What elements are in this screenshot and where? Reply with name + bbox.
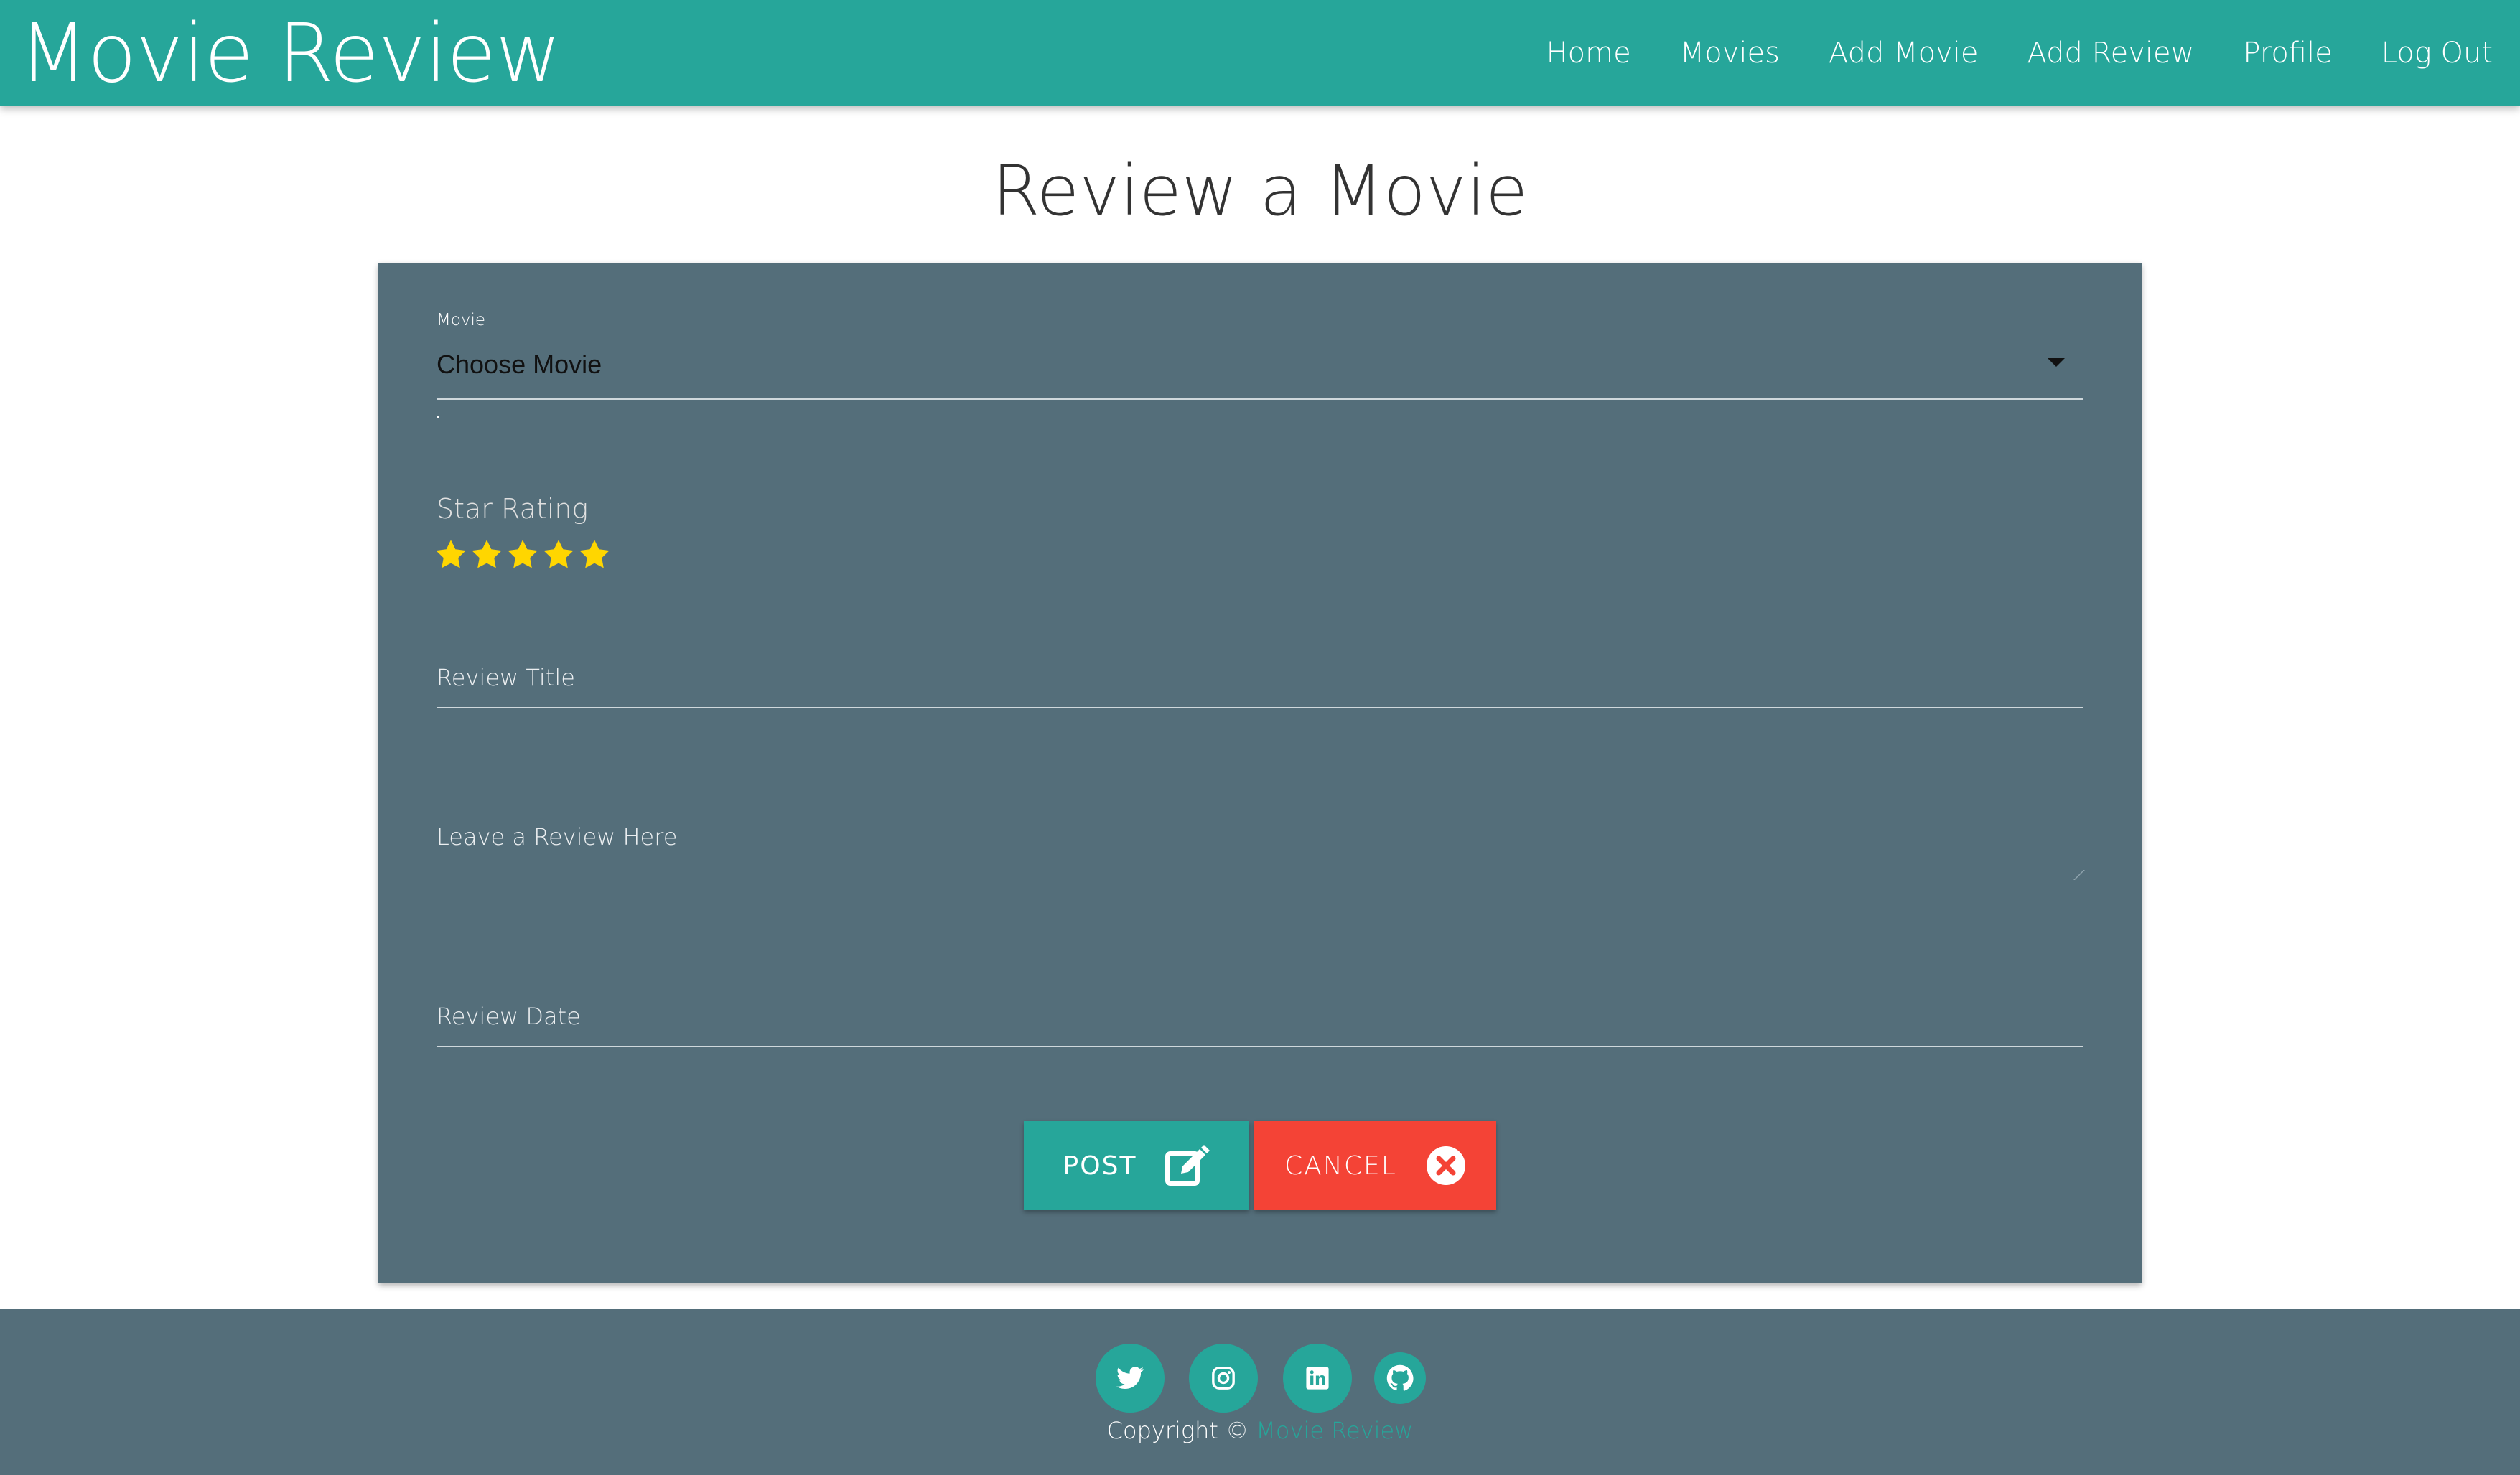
instagram-icon[interactable] — [1189, 1344, 1258, 1413]
nav-add-movie[interactable]: Add Movie — [1829, 37, 1979, 70]
github-icon[interactable] — [1374, 1352, 1426, 1404]
linkedin-icon[interactable] — [1283, 1344, 1352, 1413]
star-icon[interactable] — [508, 540, 538, 570]
close-circle-icon — [1426, 1146, 1466, 1186]
validation-dot — [437, 416, 439, 418]
copyright-link[interactable]: Movie Review — [1256, 1417, 1413, 1444]
review-title-placeholder: Review Title — [437, 664, 575, 691]
movie-select[interactable]: Choose Movie — [437, 342, 2083, 400]
nav-links: Home Movies Add Movie Add Review Profile… — [1546, 0, 2493, 106]
nav-profile[interactable]: Profile — [2243, 37, 2332, 70]
cancel-button-label: CANCEL — [1284, 1151, 1397, 1181]
review-date-field[interactable]: Review Date — [437, 990, 2083, 1047]
star-rating-label: Star Rating — [437, 493, 589, 525]
movie-select-value: Choose Movie — [437, 350, 602, 379]
review-form-card: Movie Choose Movie Star Rating Review Ti… — [378, 263, 2142, 1283]
navbar: Movie Review Home Movies Add Movie Add R… — [0, 0, 2520, 106]
caret-down-icon — [2048, 358, 2065, 367]
nav-home[interactable]: Home — [1546, 37, 1631, 70]
footer: Copyright © Movie Review — [0, 1309, 2520, 1475]
star-icon[interactable] — [436, 540, 466, 570]
edit-icon — [1165, 1145, 1210, 1186]
brand-logo[interactable]: Movie Review — [19, 7, 561, 100]
movie-label: Movie — [437, 311, 486, 329]
star-rating — [436, 540, 610, 570]
star-icon[interactable] — [579, 540, 610, 570]
twitter-icon[interactable] — [1096, 1344, 1165, 1413]
post-button-label: POST — [1063, 1151, 1137, 1181]
nav-movies[interactable]: Movies — [1680, 37, 1780, 70]
resize-handle[interactable] — [2065, 870, 2085, 880]
cancel-button[interactable]: CANCEL — [1254, 1121, 1496, 1210]
nav-log-out[interactable]: Log Out — [2381, 37, 2493, 70]
post-button[interactable]: POST — [1024, 1121, 1249, 1210]
review-body-textarea[interactable]: Leave a Review Here — [437, 823, 2083, 851]
review-date-placeholder: Review Date — [437, 1003, 581, 1030]
review-body-placeholder: Leave a Review Here — [437, 823, 678, 851]
review-title-field[interactable]: Review Title — [437, 651, 2083, 708]
nav-add-review[interactable]: Add Review — [2027, 37, 2194, 70]
star-icon[interactable] — [472, 540, 502, 570]
star-icon[interactable] — [543, 540, 574, 570]
copyright: Copyright © Movie Review — [0, 1417, 2520, 1444]
copyright-text: Copyright © — [1106, 1417, 1249, 1444]
page-title: Review a Movie — [991, 151, 1529, 231]
